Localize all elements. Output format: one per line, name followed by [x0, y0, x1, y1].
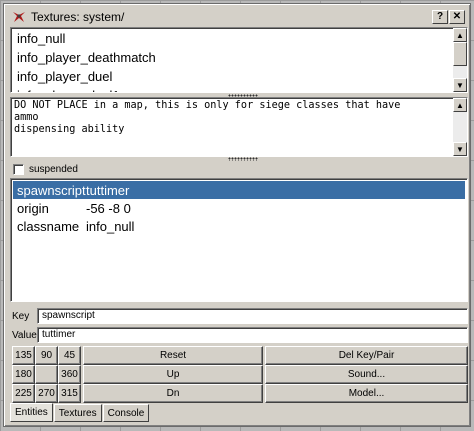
property-value: -56 -8 0 — [86, 200, 131, 216]
window-title: Textures: system/ — [31, 10, 125, 24]
scroll-down-arrow-icon[interactable]: ▼ — [453, 78, 467, 92]
scroll-down-arrow-icon[interactable]: ▼ — [453, 142, 467, 156]
angle-90-button[interactable]: 90 — [35, 346, 58, 365]
entity-class-list[interactable]: info_null info_player_deathmatch info_pl… — [10, 27, 468, 93]
table-row[interactable]: origin -56 -8 0 — [13, 199, 465, 217]
angle-45-button[interactable]: 45 — [58, 346, 81, 365]
tab-entities[interactable]: Entities — [10, 403, 53, 422]
model-button[interactable]: Model... — [265, 384, 468, 403]
help-button[interactable]: ? — [432, 10, 448, 24]
key-input[interactable]: spawnscript — [37, 308, 468, 324]
entity-description: DO NOT PLACE in a map, this is only for … — [10, 97, 468, 157]
bottom-tab-bar: Entities Textures Console — [10, 403, 150, 422]
title-bar[interactable]: Textures: system/ ? ✕ — [7, 7, 467, 27]
dn-button[interactable]: Dn — [83, 384, 263, 403]
property-key: origin — [17, 200, 49, 216]
angle-225-button[interactable]: 225 — [12, 384, 35, 403]
tab-textures[interactable]: Textures — [53, 404, 102, 422]
angle-center-button[interactable] — [35, 365, 58, 384]
scroll-up-arrow-icon[interactable]: ▲ — [453, 98, 467, 112]
value-input[interactable]: tuttimer — [37, 327, 468, 343]
tab-console[interactable]: Console — [102, 404, 150, 422]
table-row[interactable]: spawnscript tuttimer — [13, 181, 465, 199]
angle-315-button[interactable]: 315 — [58, 384, 81, 403]
property-value: info_null — [86, 218, 135, 234]
list-item[interactable]: info_player_duel — [17, 69, 112, 84]
table-row[interactable]: classname info_null — [13, 217, 465, 235]
reset-button[interactable]: Reset — [83, 346, 263, 365]
description-text: DO NOT PLACE in a map, this is only for … — [14, 100, 401, 135]
close-button[interactable]: ✕ — [449, 10, 465, 24]
key-label: Key — [12, 311, 30, 322]
angle-360-button[interactable]: 360 — [58, 365, 81, 384]
suspended-label: suspended — [29, 164, 78, 175]
value-label: Value — [12, 330, 37, 341]
radiant-app-icon — [11, 9, 27, 25]
list-item[interactable]: info_player_duel1 — [17, 88, 120, 92]
key-value-list[interactable]: spawnscript tuttimer origin -56 -8 0 cla… — [10, 178, 468, 302]
up-button[interactable]: Up — [83, 365, 263, 384]
angle-270-button[interactable]: 270 — [35, 384, 58, 403]
property-key: classname — [17, 218, 80, 234]
scroll-thumb[interactable] — [453, 42, 467, 66]
suspended-checkbox-row[interactable]: suspended — [13, 164, 78, 175]
angle-135-button[interactable]: 135 — [12, 346, 35, 365]
class-list-scrollbar[interactable]: ▲ ▼ — [453, 28, 467, 92]
property-key: spawnscript — [17, 182, 86, 198]
del-key-pair-button[interactable]: Del Key/Pair — [265, 346, 468, 365]
list-item[interactable]: info_null — [17, 31, 65, 46]
angle-180-button[interactable]: 180 — [12, 365, 35, 384]
close-icon: ✕ — [452, 11, 462, 22]
sound-button[interactable]: Sound... — [265, 365, 468, 384]
scroll-up-arrow-icon[interactable]: ▲ — [453, 28, 467, 42]
suspended-checkbox[interactable] — [13, 164, 24, 175]
property-value: tuttimer — [86, 182, 130, 198]
description-scrollbar[interactable]: ▲ ▼ — [453, 98, 467, 156]
splitter-handle[interactable] — [228, 157, 258, 161]
list-item[interactable]: info_player_deathmatch — [17, 50, 156, 65]
